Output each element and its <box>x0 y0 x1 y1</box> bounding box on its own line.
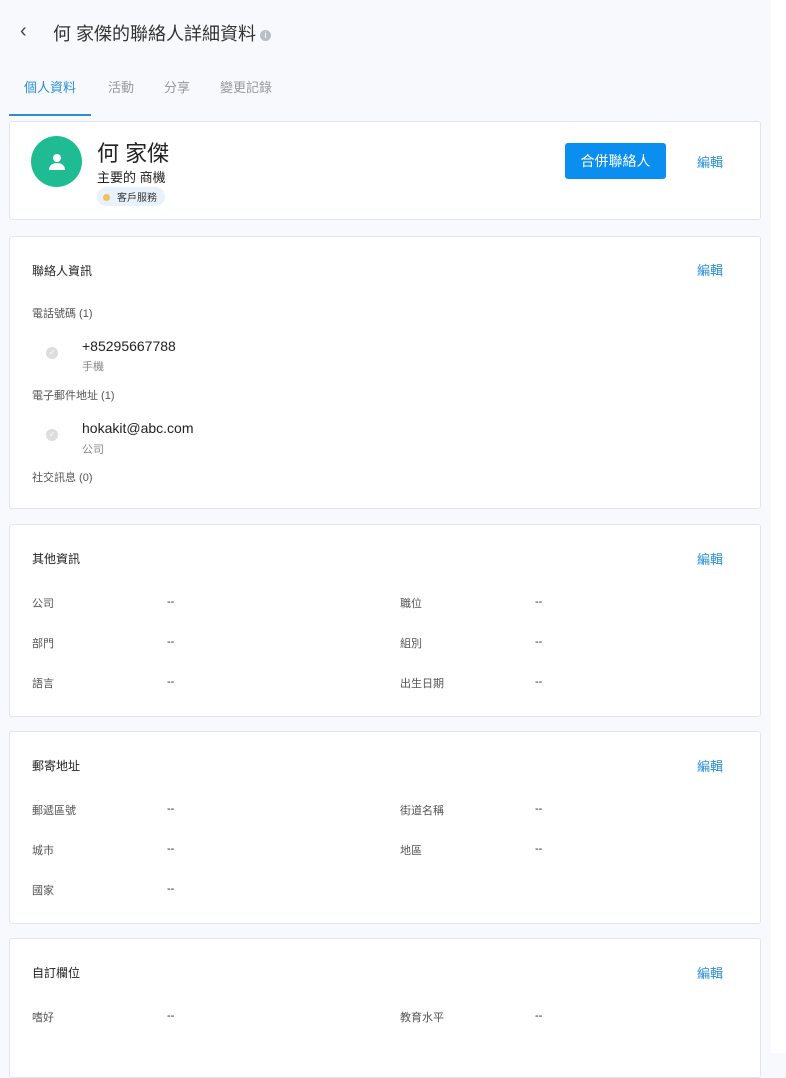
tab-share[interactable]: 分享 <box>151 74 203 116</box>
info-icon[interactable]: i <box>260 29 271 41</box>
phone-value[interactable]: +85295667788 <box>82 338 176 354</box>
field-value: -- <box>535 843 543 855</box>
tab-activity[interactable]: 活動 <box>95 74 147 116</box>
edit-custom-button[interactable]: 編輯 <box>697 963 723 982</box>
field-value: -- <box>167 636 175 648</box>
field-label: 城市 <box>32 845 54 857</box>
field-label: 郵遞區號 <box>32 805 76 817</box>
field-value: -- <box>167 596 175 608</box>
scrollbar-track[interactable] <box>771 0 786 1053</box>
field-value: -- <box>167 803 175 815</box>
field-value: -- <box>167 676 175 688</box>
email-value[interactable]: hokakit@abc.com <box>82 420 193 436</box>
email-label: 電子郵件地址 (1) <box>32 390 115 402</box>
address-card: 郵寄地址 編輯 郵遞區號 -- 街道名稱 -- 城市 -- 地區 -- 國家 -… <box>9 731 761 924</box>
page-header: ‹ 何 家傑的聯絡人詳細資料 i 個人資料 活動 分享 變更記錄 <box>0 0 771 120</box>
phone-label: 電話號碼 (1) <box>32 308 93 320</box>
merge-contact-button[interactable]: 合併聯絡人 <box>565 143 666 179</box>
field-value: -- <box>535 676 543 688</box>
field-value: -- <box>535 803 543 815</box>
field-label: 教育水平 <box>400 1012 444 1024</box>
field-label: 出生日期 <box>400 678 444 690</box>
page-title-text: 何 家傑的聯絡人詳細資料 <box>53 24 256 44</box>
tab-profile[interactable]: 個人資料 <box>9 74 92 116</box>
field-label: 嗜好 <box>32 1012 54 1024</box>
check-icon: ✓ <box>46 429 58 441</box>
section-title: 自訂欄位 <box>32 966 81 980</box>
status-dot-icon <box>103 194 110 201</box>
field-value: -- <box>535 636 543 648</box>
edit-address-button[interactable]: 編輯 <box>697 756 723 775</box>
contact-info-card: 聯絡人資訊 編輯 電話號碼 (1) ✓ +85295667788 手機 電子郵件… <box>9 236 761 509</box>
status-badge: 客戶服務 <box>97 187 165 206</box>
contact-name: 何 家傑 <box>97 141 170 166</box>
section-title: 聯絡人資訊 <box>32 264 93 278</box>
field-label: 公司 <box>32 598 54 610</box>
tab-bar: 個人資料 活動 分享 變更記錄 <box>9 74 289 116</box>
field-label: 組別 <box>400 638 422 650</box>
field-label: 街道名稱 <box>400 805 444 817</box>
tab-history[interactable]: 變更記錄 <box>207 74 285 116</box>
email-type: 公司 <box>82 444 104 456</box>
avatar <box>31 136 82 187</box>
field-label: 國家 <box>32 885 54 897</box>
edit-other-button[interactable]: 編輯 <box>697 549 723 568</box>
phone-type: 手機 <box>82 361 104 373</box>
check-icon: ✓ <box>46 347 58 359</box>
user-icon <box>48 153 65 170</box>
other-info-card: 其他資訊 編輯 公司 -- 職位 -- 部門 -- 組別 -- 語言 -- 出生… <box>9 524 761 717</box>
field-value: -- <box>535 596 543 608</box>
social-label: 社交訊息 (0) <box>32 472 93 484</box>
field-label: 部門 <box>32 638 54 650</box>
page-title: 何 家傑的聯絡人詳細資料 i <box>53 20 271 46</box>
field-label: 地區 <box>400 845 422 857</box>
badge-label: 客戶服務 <box>117 193 157 204</box>
field-label: 語言 <box>32 678 54 690</box>
field-value: -- <box>167 1010 175 1022</box>
section-title: 郵寄地址 <box>32 759 81 773</box>
back-button[interactable]: ‹ <box>20 20 27 43</box>
field-label: 職位 <box>400 598 422 610</box>
section-title: 其他資訊 <box>32 552 81 566</box>
contact-subtitle: 主要的 商機 <box>97 170 166 185</box>
edit-contact-button[interactable]: 編輯 <box>697 260 723 279</box>
edit-profile-button[interactable]: 編輯 <box>697 152 723 171</box>
field-value: -- <box>167 883 175 895</box>
field-value: -- <box>167 843 175 855</box>
field-value: -- <box>535 1010 543 1022</box>
custom-fields-card: 自訂欄位 編輯 嗜好 -- 教育水平 -- <box>9 938 761 1078</box>
profile-card: 何 家傑 主要的 商機 客戶服務 合併聯絡人 編輯 <box>9 121 761 220</box>
